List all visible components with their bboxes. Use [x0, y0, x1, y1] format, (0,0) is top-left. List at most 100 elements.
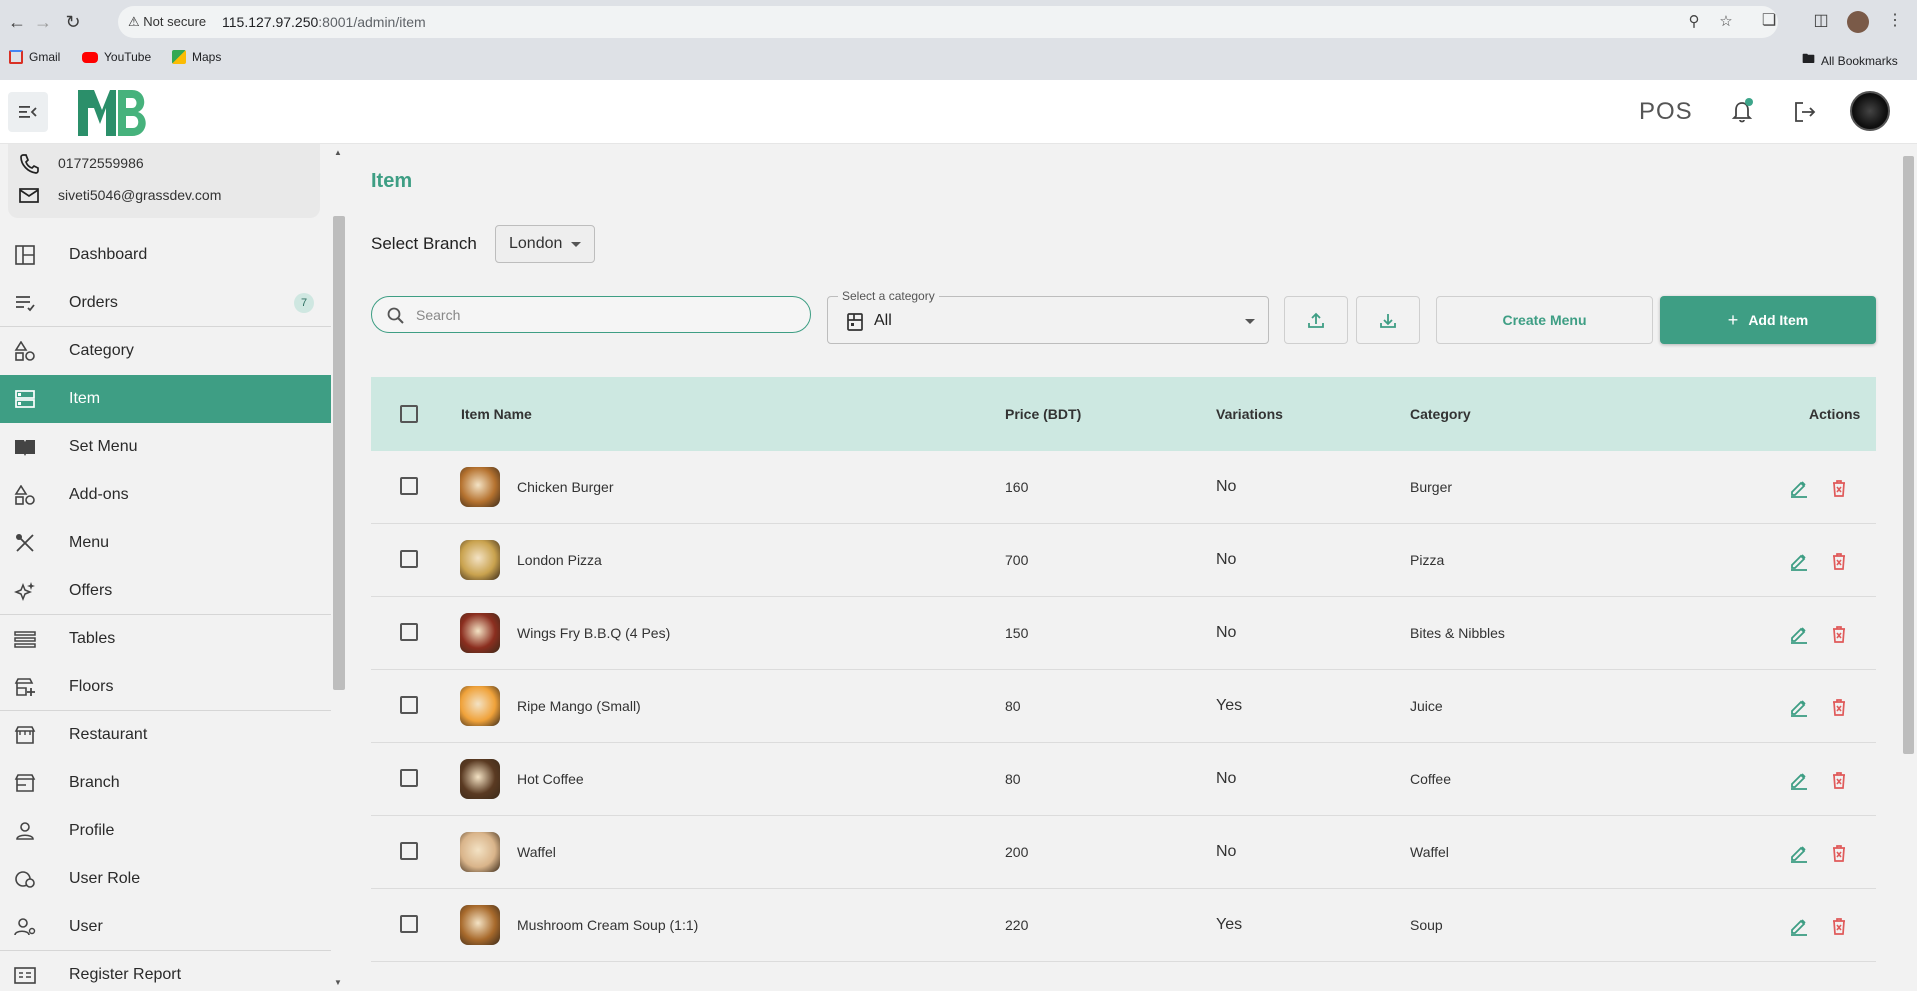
- sidebar-item-set-menu[interactable]: Set Menu: [0, 423, 331, 471]
- bookmarks-bar: Gmail YouTube Maps 🖿 All Bookmarks: [0, 46, 1917, 80]
- bookmark-gmail[interactable]: Gmail: [9, 50, 60, 64]
- upload-button[interactable]: [1284, 296, 1348, 344]
- delete-icon[interactable]: [1829, 843, 1849, 863]
- sidebar-item-offers[interactable]: Offers: [0, 567, 331, 615]
- sidebar-scroll-up-icon[interactable]: ▲: [334, 148, 342, 157]
- search-field[interactable]: [371, 296, 811, 333]
- bookmark-maps[interactable]: Maps: [172, 50, 221, 64]
- security-indicator[interactable]: ⚠ Not secure: [128, 14, 206, 30]
- delete-icon[interactable]: [1829, 770, 1849, 790]
- dashboard-icon: [15, 245, 35, 265]
- download-button[interactable]: [1356, 296, 1420, 344]
- row-checkbox[interactable]: [400, 623, 418, 641]
- extensions-icon[interactable]: ❏: [1758, 10, 1780, 32]
- category-select[interactable]: Select a category All: [827, 289, 1269, 344]
- browser-menu-icon[interactable]: ⋮: [1884, 10, 1906, 32]
- item-price: 700: [1005, 552, 1029, 568]
- table-row[interactable]: Hot Coffee 80 No Coffee: [371, 743, 1876, 816]
- select-all-checkbox[interactable]: [400, 405, 418, 423]
- item-price: 160: [1005, 479, 1029, 495]
- sidebar-item-category[interactable]: Category: [0, 327, 331, 375]
- edit-icon[interactable]: [1789, 478, 1809, 498]
- sidebar-item-user-role[interactable]: User Role: [0, 855, 331, 903]
- table-row[interactable]: Ripe Mango (Small) 80 Yes Juice: [371, 670, 1876, 743]
- pos-link[interactable]: POS: [1639, 98, 1693, 126]
- row-checkbox[interactable]: [400, 915, 418, 933]
- sidebar-scrollbar-thumb[interactable]: [333, 216, 345, 690]
- upload-icon: [1308, 312, 1324, 328]
- edit-icon[interactable]: [1789, 770, 1809, 790]
- sidebar-item-register-report[interactable]: Register Report: [0, 951, 331, 991]
- menu-collapse-button[interactable]: [8, 92, 48, 132]
- row-checkbox[interactable]: [400, 842, 418, 860]
- sidebar-scroll-down-icon[interactable]: ▼: [334, 978, 342, 987]
- branch-icon: [14, 774, 36, 792]
- floors-icon: [14, 678, 35, 696]
- search-input[interactable]: [416, 305, 796, 325]
- sidebar-item-floors[interactable]: Floors: [0, 663, 331, 711]
- password-key-icon[interactable]: ⚲: [1684, 12, 1704, 32]
- forward-icon[interactable]: →: [30, 9, 56, 35]
- address-bar[interactable]: ⚠ Not secure 115.127.97.250:8001/admin/i…: [118, 6, 1778, 38]
- side-panel-icon[interactable]: ◫: [1810, 10, 1832, 32]
- logout-button[interactable]: [1792, 99, 1818, 125]
- back-icon[interactable]: ←: [4, 9, 30, 35]
- logout-icon: [1795, 102, 1816, 122]
- sidebar-item-item[interactable]: Item: [0, 375, 331, 423]
- item-price: 80: [1005, 698, 1021, 714]
- sidebar-item-profile[interactable]: Profile: [0, 807, 331, 855]
- sidebar-item-dashboard[interactable]: Dashboard: [0, 231, 331, 279]
- item-thumbnail: [460, 686, 500, 726]
- item-name: Mushroom Cream Soup (1:1): [517, 917, 699, 933]
- all-bookmarks[interactable]: 🖿 All Bookmarks: [1802, 50, 1898, 72]
- download-icon: [1380, 314, 1396, 328]
- sidebar-item-branch[interactable]: Branch: [0, 759, 331, 807]
- column-category[interactable]: Category: [1410, 406, 1471, 422]
- main-scrollbar-thumb[interactable]: [1903, 156, 1914, 754]
- edit-icon[interactable]: [1789, 551, 1809, 571]
- column-item-name[interactable]: Item Name: [461, 406, 532, 422]
- folder-icon: 🖿: [1802, 51, 1816, 66]
- row-checkbox[interactable]: [400, 696, 418, 714]
- notification-bell-button[interactable]: [1729, 98, 1755, 125]
- sidebar-item-restaurant[interactable]: Restaurant: [0, 711, 331, 759]
- add-item-button[interactable]: + Add Item: [1660, 296, 1876, 344]
- edit-icon[interactable]: [1789, 697, 1809, 717]
- item-variations: No: [1216, 843, 1237, 860]
- sidebar-item-add-ons[interactable]: Add-ons: [0, 471, 331, 519]
- table-row[interactable]: Chicken Burger 160 No Burger: [371, 451, 1876, 524]
- delete-icon[interactable]: [1829, 697, 1849, 717]
- sidebar-item-orders[interactable]: Orders 7: [0, 279, 331, 327]
- row-checkbox[interactable]: [400, 769, 418, 787]
- table-row[interactable]: Wings Fry B.B.Q (4 Pes) 150 No Bites & Nibb…: [371, 597, 1876, 670]
- item-category: Burger: [1410, 479, 1453, 495]
- logo[interactable]: [76, 86, 152, 143]
- column-variations[interactable]: Variations: [1216, 406, 1283, 422]
- browser-profile-avatar[interactable]: [1847, 11, 1869, 33]
- reload-icon[interactable]: ↻: [60, 9, 86, 35]
- sidebar-item-tables[interactable]: Tables: [0, 615, 331, 663]
- bookmark-star-icon[interactable]: ☆: [1716, 12, 1736, 32]
- sidebar-item-user[interactable]: User: [0, 903, 331, 951]
- sidebar-item-menu[interactable]: Menu: [0, 519, 331, 567]
- youtube-icon: [82, 51, 98, 63]
- delete-icon[interactable]: [1829, 916, 1849, 936]
- user-avatar[interactable]: [1850, 91, 1890, 131]
- column-price[interactable]: Price (BDT): [1005, 406, 1081, 422]
- create-menu-button[interactable]: Create Menu: [1436, 296, 1653, 344]
- edit-icon[interactable]: [1789, 916, 1809, 936]
- bookmark-youtube[interactable]: YouTube: [82, 50, 151, 64]
- url-text[interactable]: 115.127.97.250:8001/admin/item: [222, 14, 426, 30]
- delete-icon[interactable]: [1829, 478, 1849, 498]
- table-row[interactable]: London Pizza 700 No Pizza: [371, 524, 1876, 597]
- edit-icon[interactable]: [1789, 843, 1809, 863]
- branch-select[interactable]: London: [495, 225, 595, 263]
- edit-icon[interactable]: [1789, 624, 1809, 644]
- delete-icon[interactable]: [1829, 551, 1849, 571]
- table-row[interactable]: Waffel 200 No Waffel: [371, 816, 1876, 889]
- row-checkbox[interactable]: [400, 550, 418, 568]
- delete-icon[interactable]: [1829, 624, 1849, 644]
- row-checkbox[interactable]: [400, 477, 418, 495]
- table-row[interactable]: Mushroom Cream Soup (1:1) 220 Yes Soup: [371, 889, 1876, 962]
- item-thumbnail: [460, 905, 500, 945]
